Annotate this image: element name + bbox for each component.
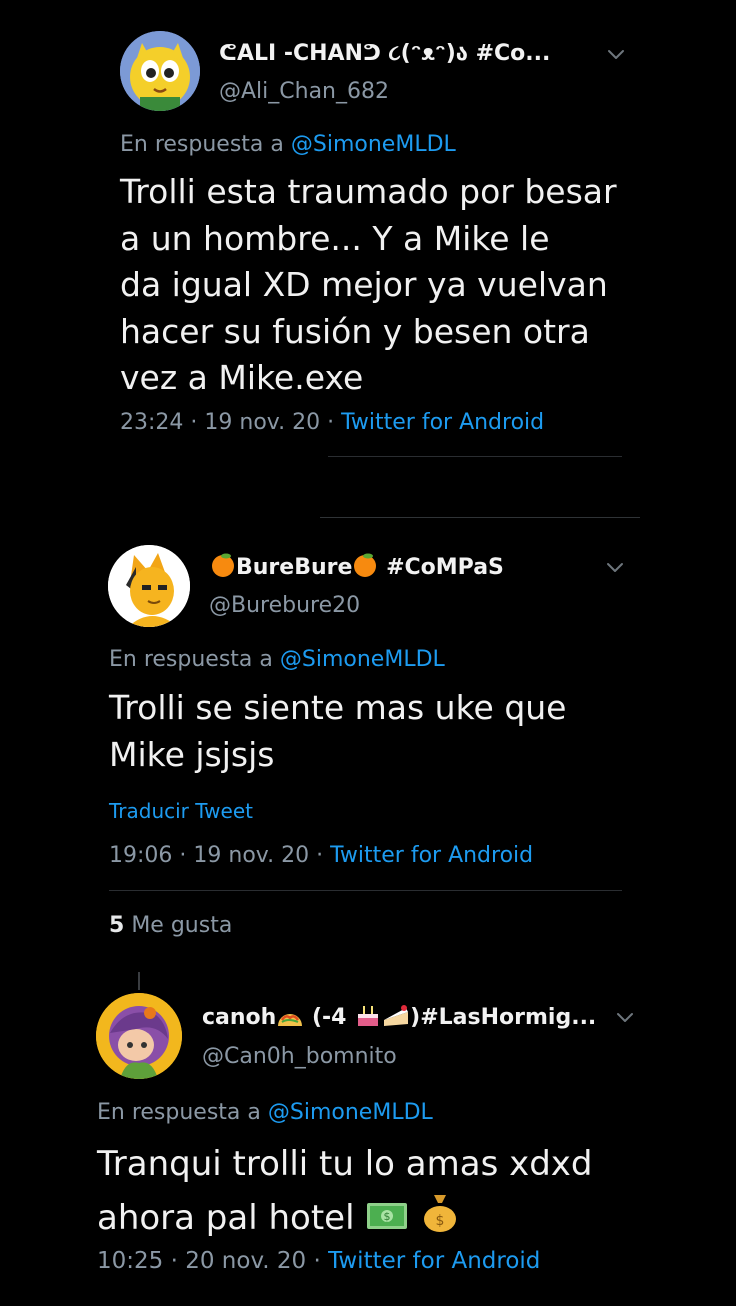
reply-context: En respuesta a @SimoneMLDL bbox=[109, 647, 445, 672]
meta-separator: · bbox=[316, 843, 324, 868]
tweet-source-link[interactable]: Twitter for Android bbox=[328, 1248, 540, 1274]
money-bag-icon: $ bbox=[424, 1195, 457, 1232]
meta-separator: · bbox=[170, 1248, 178, 1274]
chevron-down-icon[interactable] bbox=[604, 42, 628, 66]
birthday-cake-icon bbox=[358, 1006, 379, 1026]
display-name[interactable]: BureBure #CoMPaS bbox=[210, 552, 504, 580]
tweet-text-line: Mike jsjsjs bbox=[109, 734, 275, 774]
meta-separator: · bbox=[190, 410, 198, 435]
reply-mention-link[interactable]: @SimoneMLDL bbox=[291, 132, 456, 157]
display-name-text: (-4 bbox=[312, 1005, 347, 1030]
meta-separator: · bbox=[327, 410, 335, 435]
divider bbox=[320, 517, 640, 518]
tweet-text-line-with-emoji: ahora pal hotel $ $ bbox=[97, 1189, 593, 1243]
tweet-time: 19:06 bbox=[109, 843, 173, 868]
tweet-text-line: Trolli esta traumado por besar bbox=[120, 172, 617, 211]
tweet-text-line: vez a Mike.exe bbox=[120, 358, 364, 397]
orange-emoji-icon bbox=[354, 553, 377, 577]
tweet-source-link[interactable]: Twitter for Android bbox=[341, 410, 544, 435]
likes-count: 5 bbox=[109, 913, 125, 938]
tweet-meta: 10:25 · 20 nov. 20 · Twitter for Android bbox=[97, 1248, 540, 1274]
reply-prefix: En respuesta a bbox=[97, 1100, 261, 1125]
cake-slice-icon bbox=[384, 1005, 409, 1026]
reply-context: En respuesta a @SimoneMLDL bbox=[120, 132, 456, 157]
tweet-text-line: Tranqui trolli tu lo amas xdxd bbox=[97, 1144, 593, 1184]
svg-text:$: $ bbox=[436, 1213, 445, 1229]
meta-separator: · bbox=[179, 843, 187, 868]
avatar-image bbox=[120, 31, 200, 111]
orange-emoji-icon bbox=[212, 553, 234, 577]
svg-text:$: $ bbox=[384, 1210, 391, 1223]
display-name-hashtag: #CoMPaS bbox=[386, 555, 504, 580]
user-handle[interactable]: @Can0h_bomnito bbox=[202, 1044, 397, 1069]
tweet-date: 19 nov. 20 bbox=[204, 410, 321, 435]
tweet-source-link[interactable]: Twitter for Android bbox=[330, 843, 533, 868]
divider bbox=[109, 890, 622, 891]
tweet-text: Tranqui trolli tu lo amas xdxd ahora pal… bbox=[97, 1139, 593, 1243]
reply-mention-link[interactable]: @SimoneMLDL bbox=[280, 647, 445, 672]
tweet-text-line: Trolli se siente mas uke que bbox=[109, 688, 567, 727]
display-name[interactable]: canoh (-4 )#LasHormig... bbox=[202, 1002, 596, 1030]
taco-emoji-icon bbox=[278, 1014, 303, 1026]
avatar-image bbox=[96, 993, 182, 1079]
avatar-image bbox=[108, 545, 190, 627]
likes-count-link[interactable]: 5 Me gusta bbox=[109, 913, 232, 938]
avatar[interactable] bbox=[120, 31, 200, 111]
display-name[interactable]: ᕦALI -CHANᕤ ૮(ᵔᴥᵔ)ა #Co... bbox=[219, 40, 550, 66]
translate-tweet-link[interactable]: Traducir Tweet bbox=[109, 799, 253, 823]
reply-mention-link[interactable]: @SimoneMLDL bbox=[268, 1100, 433, 1125]
tweet-meta: 19:06 · 19 nov. 20 · Twitter for Android bbox=[109, 843, 533, 868]
tweet-date: 20 nov. 20 bbox=[185, 1248, 307, 1274]
tweet-text-line: ahora pal hotel bbox=[97, 1198, 355, 1238]
display-name-text: BureBure bbox=[236, 555, 353, 580]
chevron-down-icon[interactable] bbox=[603, 555, 627, 579]
tweet-date: 19 nov. 20 bbox=[193, 843, 310, 868]
tweet-meta: 23:24 · 19 nov. 20 · Twitter for Android bbox=[120, 410, 544, 435]
reply-prefix: En respuesta a bbox=[109, 647, 273, 672]
divider bbox=[328, 456, 622, 457]
thread-connector-line bbox=[138, 972, 140, 990]
chevron-down-icon[interactable] bbox=[613, 1005, 637, 1029]
reply-context: En respuesta a @SimoneMLDL bbox=[97, 1100, 433, 1125]
reply-prefix: En respuesta a bbox=[120, 132, 284, 157]
tweet-time: 10:25 bbox=[97, 1248, 164, 1274]
user-handle[interactable]: @Burebure20 bbox=[209, 593, 360, 618]
tweet-text: Trolli se siente mas uke que Mike jsjsjs bbox=[109, 685, 567, 778]
avatar[interactable] bbox=[108, 545, 190, 627]
meta-separator: · bbox=[313, 1248, 321, 1274]
tweet-text-line: hacer su fusión y besen otra bbox=[120, 311, 590, 351]
tweet-text: Trolli esta traumado por besar a un homb… bbox=[120, 169, 617, 402]
tweet-time: 23:24 bbox=[120, 410, 184, 435]
display-name-hashtag: )#LasHormig... bbox=[410, 1005, 597, 1030]
likes-label: Me gusta bbox=[131, 913, 233, 938]
tweet-text-line: a un hombre... Y a Mike le bbox=[120, 218, 550, 258]
display-name-text: canoh bbox=[202, 1005, 277, 1030]
user-handle[interactable]: @Ali_Chan_682 bbox=[219, 79, 389, 104]
avatar[interactable] bbox=[96, 993, 182, 1079]
dollar-banknote-icon: $ bbox=[367, 1203, 408, 1229]
tweet-text-line: da igual XD mejor ya vuelvan bbox=[120, 265, 608, 304]
